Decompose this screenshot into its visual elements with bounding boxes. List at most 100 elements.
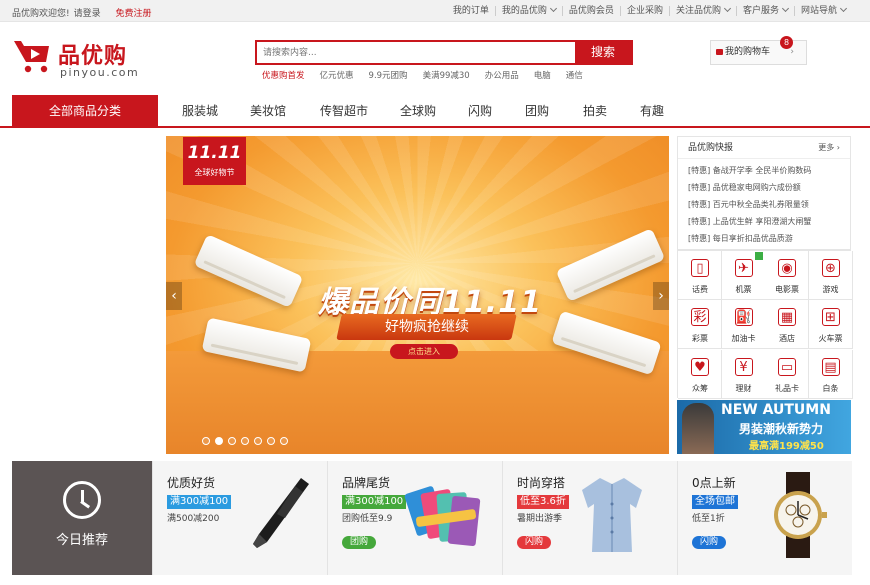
slide-dot[interactable] — [202, 437, 210, 445]
promo-card-desc: 低至1折 — [692, 514, 725, 524]
logo-cart-icon[interactable] — [13, 38, 51, 74]
service-fuel-pump[interactable]: ⛽ 加油卡 — [721, 300, 766, 350]
service-gamepad[interactable]: ⊕ 游戏 — [808, 251, 853, 300]
chevron-down-icon — [723, 4, 732, 13]
promo-card-button[interactable]: 闪购 — [517, 536, 552, 549]
slide-dot[interactable] — [280, 437, 288, 445]
cart-label: 我的购物车 — [725, 47, 771, 57]
top-link-label: 品优购会员 — [568, 6, 614, 16]
towels-image[interactable] — [404, 479, 484, 558]
service-hotel[interactable]: ▦ 酒店 — [765, 300, 809, 350]
service-phone[interactable]: ▯ 话费 — [678, 251, 722, 300]
top-link[interactable]: 网站导航 — [793, 4, 852, 16]
service-train[interactable]: ⊞ 火车票 — [808, 300, 853, 350]
hotword-link[interactable]: 美满99减30 — [423, 71, 470, 81]
promo-card-desc: 团购低至9.9 — [342, 514, 393, 524]
top-link[interactable]: 我的订单 — [447, 6, 495, 16]
credit-note-icon: ▤ — [821, 357, 840, 376]
all-categories-button[interactable]: 全部商品分类 — [12, 95, 158, 128]
service-label: 众筹 — [692, 383, 708, 393]
today-recommend-tile[interactable]: 今日推荐 — [12, 461, 152, 575]
slide-dot[interactable] — [215, 437, 223, 445]
hotwords: 优惠购首发 亿元优惠 9.9元团购 美满99减30 办公用品 电脑 通信 — [262, 69, 598, 81]
gift-card-icon: ▭ — [778, 357, 796, 376]
service-plane[interactable]: ✈ 机票 — [721, 251, 766, 300]
top-link[interactable]: 品优购会员 — [561, 6, 620, 16]
promo-card-button[interactable]: 团购 — [342, 536, 377, 549]
nav-item[interactable]: 传智超市 — [320, 95, 368, 126]
nav-item[interactable]: 美妆馆 — [250, 95, 286, 126]
promo-card-tag: 满300减100 — [167, 495, 232, 509]
hotword-link[interactable]: 通信 — [566, 71, 583, 81]
nav-item[interactable]: 拍卖 — [583, 95, 607, 126]
finance-icon: ¥ — [734, 357, 753, 376]
watch-image[interactable] — [766, 472, 830, 561]
promo-card-tag: 满300减100 — [342, 495, 407, 509]
clock-icon — [63, 481, 101, 519]
service-crowdfunding[interactable]: ♥ 众筹 — [678, 349, 722, 399]
hotword-link[interactable]: 9.9元团购 — [369, 71, 408, 81]
hotword-link[interactable]: 优惠购首发 — [262, 71, 305, 81]
top-link[interactable]: 我的品优购 — [494, 4, 562, 16]
search-input[interactable] — [257, 42, 575, 63]
service-label: 加油卡 — [731, 334, 756, 344]
news-item[interactable]: [特惠] 每日享折扣品优品质游 — [688, 233, 793, 244]
news-item[interactable]: [特惠] 品优稳家电网购六成份额 — [688, 182, 801, 193]
news-item[interactable]: [特惠] 备战开学季 全民半价购数码 — [688, 165, 811, 176]
banner-next-arrow-icon[interactable]: › — [653, 282, 669, 310]
promo-card-button[interactable]: 闪购 — [692, 536, 727, 549]
service-finance[interactable]: ¥ 理财 — [721, 349, 766, 399]
slide-dot[interactable] — [228, 437, 236, 445]
top-link[interactable]: 关注品优购 — [668, 4, 736, 16]
autumn-ad-banner[interactable]: NEW AUTUMN 男装潮秋新势力 最高满199减50 — [677, 400, 851, 454]
search-button[interactable]: 搜索 — [575, 42, 631, 63]
promo-card-title: 优质好货 — [167, 476, 216, 490]
nav-item[interactable]: 有趣 — [640, 95, 664, 126]
shirt-image[interactable] — [578, 474, 646, 559]
hotword-link[interactable]: 电脑 — [534, 71, 551, 81]
service-credit-note[interactable]: ▤ 白条 — [808, 349, 853, 399]
top-link-label: 客户服务 — [742, 6, 779, 16]
film-reel-icon: ◉ — [778, 259, 796, 277]
login-link[interactable]: 请登录 — [74, 9, 101, 19]
banner-enter-button[interactable]: 点击进入 — [390, 344, 458, 359]
hotword-link[interactable]: 办公用品 — [485, 71, 519, 81]
cart-count-badge: 8 — [780, 36, 793, 49]
top-link[interactable]: 企业采购 — [619, 6, 669, 16]
register-link[interactable]: 免费注册 — [116, 9, 152, 19]
top-link-label: 网站导航 — [800, 6, 837, 16]
service-label: 电影票 — [775, 285, 799, 294]
promo-card-desc: 满500减200 — [167, 514, 220, 524]
cart-button[interactable]: 我的购物车 › 8 — [710, 36, 807, 65]
plane-icon: ✈ — [734, 259, 753, 277]
top-link[interactable]: 客户服务 — [735, 4, 794, 16]
service-label: 游戏 — [822, 285, 839, 294]
banner-prev-arrow-icon[interactable]: ‹ — [166, 282, 182, 310]
nav-item[interactable]: 服装城 — [182, 95, 218, 126]
gamepad-icon: ⊕ — [821, 259, 840, 277]
welcome-text: 品优购欢迎您! — [12, 9, 70, 19]
news-item[interactable]: [特惠] 上品优生鲜 享阳澄湖大闸蟹 — [688, 216, 811, 227]
hotword-link[interactable]: 亿元优惠 — [320, 71, 354, 81]
service-lottery[interactable]: 彩彩票 — [678, 300, 722, 350]
slide-dot[interactable] — [241, 437, 249, 445]
slide-dot[interactable] — [267, 437, 275, 445]
service-gift-card[interactable]: ▭ 礼品卡 — [765, 349, 809, 399]
nav-item[interactable]: 全球购 — [400, 95, 436, 126]
chevron-down-icon — [781, 4, 790, 13]
badge-number: 11.11 — [187, 143, 242, 163]
vacuum-cleaner-image[interactable] — [245, 474, 315, 557]
news-more-link[interactable]: 更多 › — [818, 137, 840, 159]
slide-dot[interactable] — [254, 437, 262, 445]
news-panel: 品优购快报 更多 › [特惠] 备战开学季 全民半价购数码 [特惠] 品优稳家电网… — [677, 136, 851, 250]
banner-pagination — [202, 437, 293, 448]
service-film-reel[interactable]: ◉ 电影票 — [765, 251, 809, 300]
nav-item[interactable]: 团购 — [525, 95, 549, 126]
promo-card-title: 时尚穿搭 — [517, 476, 566, 490]
service-label: 火车票 — [818, 334, 843, 344]
news-item[interactable]: [特惠] 百元中秋全品类礼券限量领 — [688, 199, 809, 210]
ad-offer: 最高满199减50 — [749, 441, 824, 452]
top-link-label: 我的订单 — [452, 6, 489, 16]
nav-item[interactable]: 闪购 — [468, 95, 492, 126]
hot-corner-icon — [754, 252, 763, 260]
